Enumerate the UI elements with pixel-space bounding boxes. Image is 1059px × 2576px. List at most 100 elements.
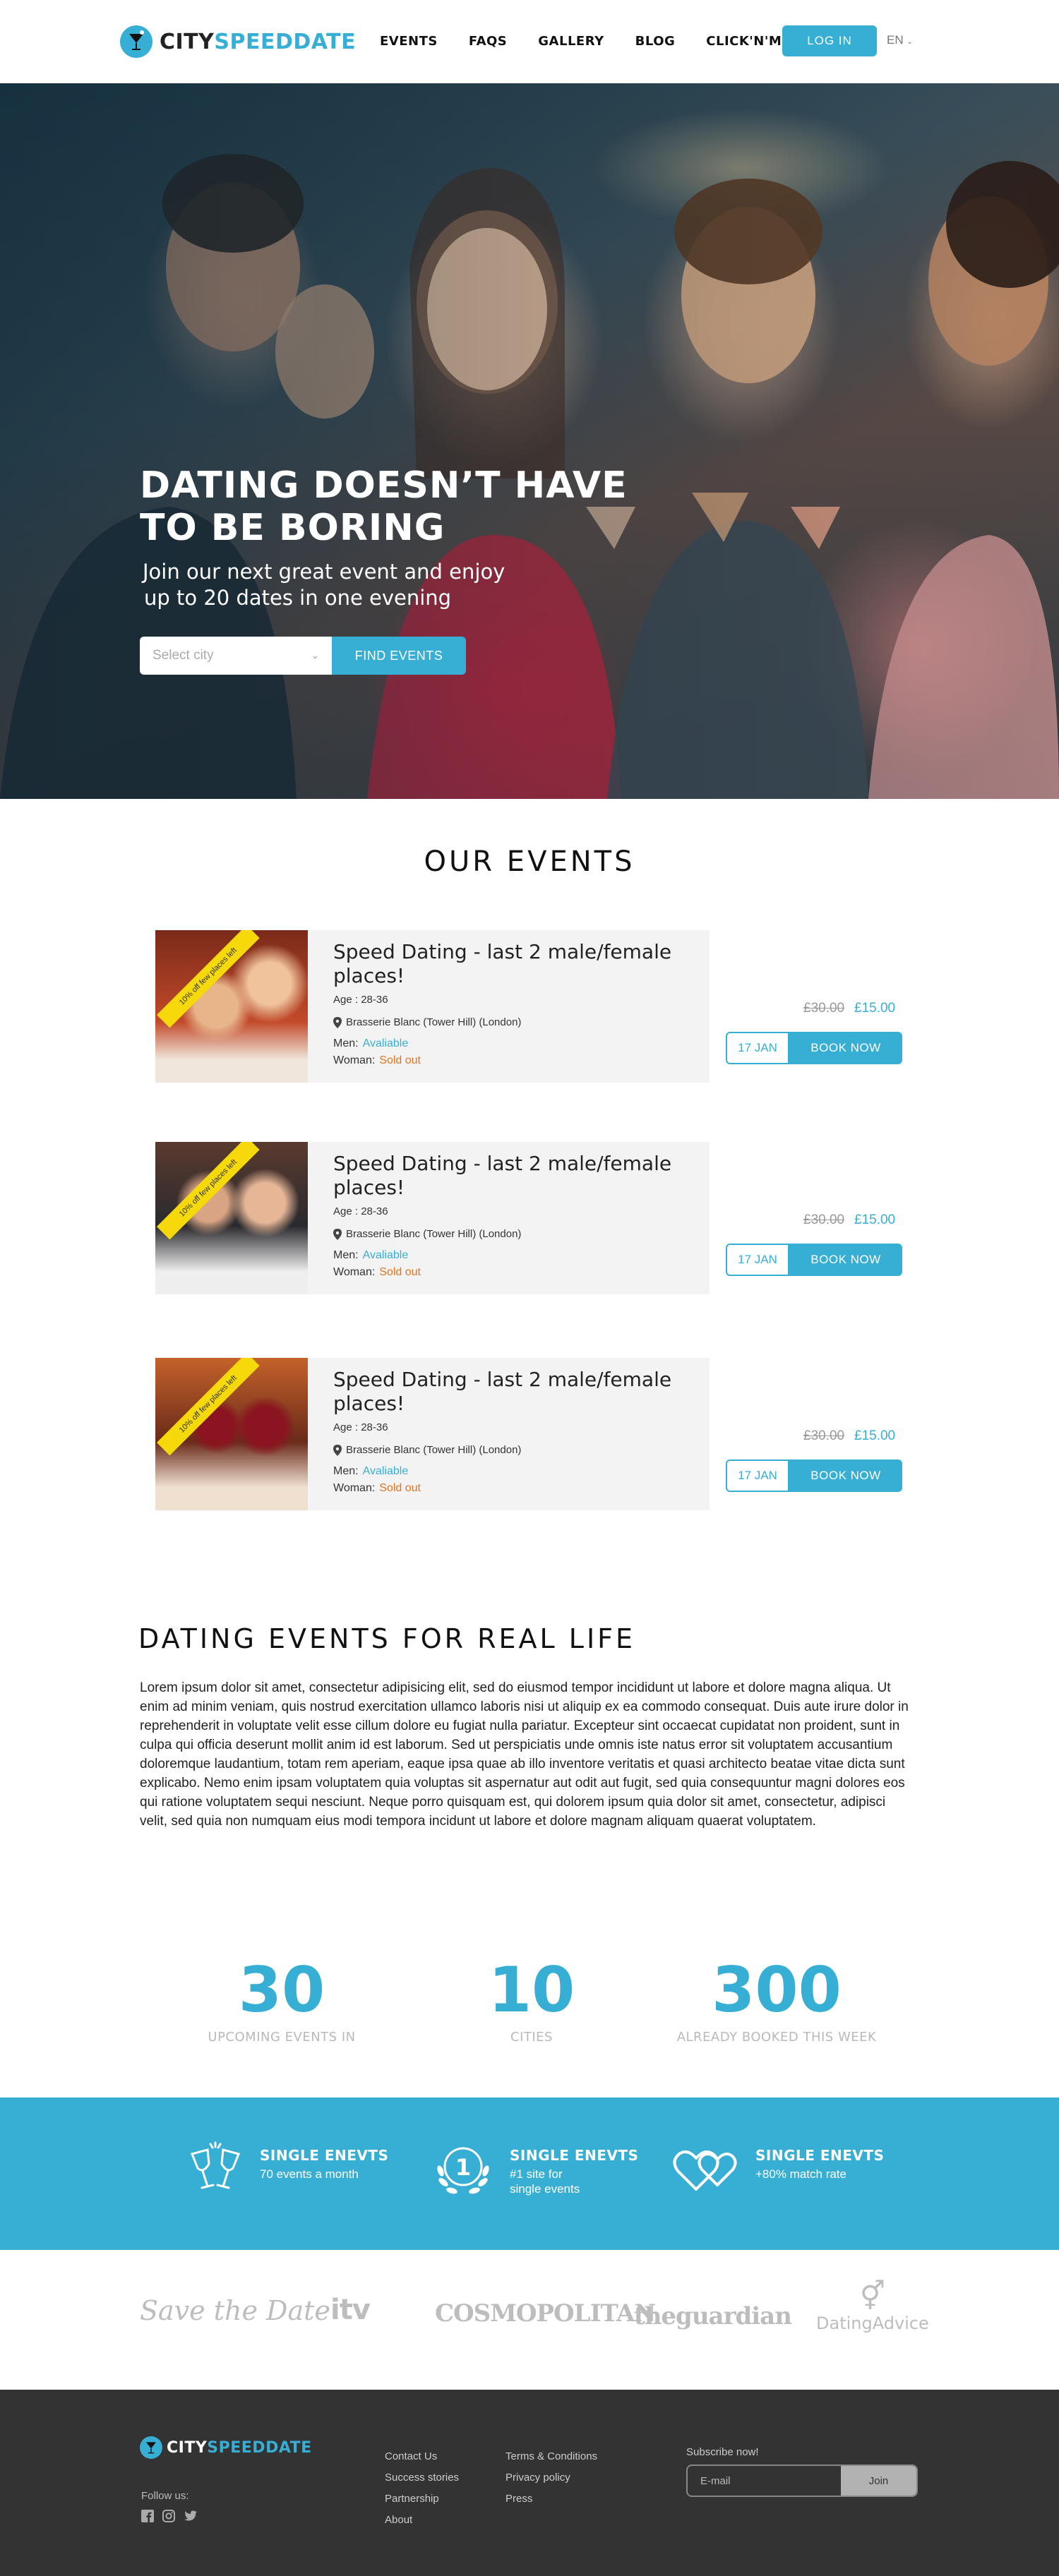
feature-item: SINGLE ENEVTS 70 events a month — [182, 2140, 388, 2201]
features-band: SINGLE ENEVTS 70 events a month 1 SINGLE… — [0, 2097, 1059, 2250]
real-life-text: Lorem ipsum dolor sit amet, consectetur … — [140, 1680, 909, 1829]
event-image[interactable]: 10% off few places left — [155, 930, 308, 1083]
event-title[interactable]: Speed Dating - last 2 male/female places… — [333, 940, 700, 988]
event-row: 10% off few places left Speed Dating - la… — [155, 1358, 904, 1510]
toasting-glasses-icon — [190, 2141, 241, 2189]
feature-title: SINGLE ENEVTS — [260, 2147, 389, 2164]
event-card[interactable]: 10% off few places left Speed Dating - la… — [155, 930, 710, 1083]
footer-link-partnership[interactable]: Partnership — [385, 2488, 459, 2510]
event-image[interactable]: 10% off few places left — [155, 1358, 308, 1510]
feature-item: 1 SINGLE ENEVTS #1 site for single event… — [428, 2140, 638, 2203]
event-card[interactable]: 10% off few places left Speed Dating - la… — [155, 1142, 710, 1294]
men-label: Men: — [333, 1465, 359, 1477]
city-select-placeholder: Select city — [152, 648, 214, 663]
nav-faqs[interactable]: FAQS — [469, 34, 507, 49]
hero-content: DATING DOESN’T HAVE TO BE BORING Join ou… — [140, 464, 705, 611]
map-pin-icon — [333, 1016, 342, 1028]
footer-link-about[interactable]: About — [385, 2510, 459, 2531]
city-select[interactable]: Select city ⌄ — [140, 637, 332, 675]
logo-text-speeddate: SPEEDDATE — [214, 29, 357, 54]
join-button[interactable]: Join — [841, 2466, 916, 2496]
stat-label: CITIES — [510, 2030, 553, 2045]
event-women-status: Woman: Sold out — [333, 1482, 421, 1495]
cocktail-glass-icon — [140, 2436, 162, 2459]
book-now-button[interactable]: BOOK NOW — [789, 1032, 902, 1064]
women-availability: Sold out — [379, 1266, 421, 1278]
hero-subtitle: Join our next great event and enjoy up t… — [143, 559, 594, 611]
footer-link-contact[interactable]: Contact Us — [385, 2446, 459, 2467]
instagram-icon[interactable] — [162, 2510, 175, 2526]
subscribe-label: Subscribe now! — [686, 2446, 759, 2458]
footer-link-terms[interactable]: Terms & Conditions — [505, 2446, 597, 2467]
stat-number: 300 — [712, 1954, 842, 2026]
footer-link-privacy[interactable]: Privacy policy — [505, 2467, 597, 2488]
stat-label: ALREADY BOOKED THIS WEEK — [676, 2030, 877, 2045]
event-venue-text: Brasserie Blanc (Tower Hill) (London) — [346, 1016, 522, 1028]
feature-subtitle: +80% match rate — [755, 2167, 846, 2181]
main-nav: EVENTS FAQS GALLERY BLOG CLICK'N'MEET — [380, 34, 840, 49]
press-logo-cosmopolitan: COSMOPOLITAN — [435, 2299, 656, 2328]
hero-subtitle-line2: up to 20 dates in one evening — [144, 586, 452, 610]
svg-text:1: 1 — [455, 2154, 471, 2181]
facebook-icon[interactable] — [141, 2510, 154, 2526]
discount-ribbon: 10% off few places left — [157, 1142, 260, 1240]
footer-links-col-2: Terms & Conditions Privacy policy Press — [505, 2446, 597, 2510]
login-button[interactable]: LOG IN — [782, 25, 877, 56]
book-now-button[interactable]: BOOK NOW — [789, 1459, 902, 1492]
women-label: Woman: — [333, 1266, 376, 1278]
subscribe-form: Join — [686, 2464, 918, 2497]
men-label: Men: — [333, 1249, 359, 1261]
real-life-title: DATING EVENTS FOR REAL LIFE — [138, 1623, 636, 1654]
stat-label: UPCOMING EVENTS IN — [208, 2030, 356, 2045]
email-field[interactable] — [688, 2466, 841, 2496]
twitter-icon[interactable] — [184, 2510, 198, 2526]
men-availability: Avaliable — [362, 1037, 409, 1049]
event-image[interactable]: 10% off few places left — [155, 1142, 308, 1294]
women-availability: Sold out — [379, 1482, 421, 1494]
new-price: £15.00 — [854, 1001, 896, 1016]
event-venue: Brasserie Blanc (Tower Hill) (London) — [333, 1444, 521, 1456]
event-date: 17 JAN — [726, 1459, 789, 1492]
find-events-button[interactable]: FIND EVENTS — [332, 637, 466, 675]
press-logo-dating-advice-text: DatingAdvice — [816, 2313, 929, 2333]
event-title[interactable]: Speed Dating - last 2 male/female places… — [333, 1368, 700, 1416]
event-title[interactable]: Speed Dating - last 2 male/female places… — [333, 1152, 700, 1200]
discount-ribbon: 10% off few places left — [157, 1358, 260, 1456]
event-age: Age : 28-36 — [333, 1205, 388, 1217]
event-venue-text: Brasserie Blanc (Tower Hill) (London) — [346, 1228, 522, 1240]
feature-title: SINGLE ENEVTS — [510, 2147, 639, 2164]
press-logo-itv: itv — [330, 2294, 371, 2326]
event-row: 10% off few places left Speed Dating - la… — [155, 930, 904, 1083]
logo-text-speeddate: SPEEDDATE — [207, 2438, 312, 2457]
site-footer: CITYSPEEDDATE Follow us: Contact Us Succ… — [0, 2390, 1059, 2576]
language-selector[interactable]: EN ⌄ — [887, 33, 913, 47]
footer-link-press[interactable]: Press — [505, 2488, 597, 2510]
nav-events[interactable]: EVENTS — [380, 34, 438, 49]
discount-ribbon: 10% off few places left — [157, 930, 260, 1028]
women-availability: Sold out — [379, 1054, 421, 1066]
event-age: Age : 28-36 — [333, 1421, 388, 1433]
logo-text-city: CITY — [167, 2438, 208, 2457]
women-label: Woman: — [333, 1054, 376, 1066]
book-now-button[interactable]: BOOK NOW — [789, 1244, 902, 1276]
cocktail-glass-icon — [120, 25, 152, 58]
men-availability: Avaliable — [362, 1249, 409, 1261]
event-women-status: Woman: Sold out — [333, 1266, 421, 1279]
event-venue: Brasserie Blanc (Tower Hill) (London) — [333, 1228, 521, 1240]
event-men-status: Men: Avaliable — [333, 1037, 408, 1050]
old-price: £30.00 — [803, 1212, 845, 1227]
footer-links-col-1: Contact Us Success stories Partnership A… — [385, 2446, 459, 2531]
press-logo-guardian: theguardian — [634, 2302, 792, 2330]
footer-link-success-stories[interactable]: Success stories — [385, 2467, 459, 2488]
footer-logo[interactable]: CITYSPEEDDATE — [140, 2436, 312, 2459]
men-label: Men: — [333, 1037, 359, 1049]
stat-cities: 10 CITIES — [465, 1955, 599, 2045]
site-logo[interactable]: CITYSPEEDDATE — [120, 25, 356, 58]
event-card[interactable]: 10% off few places left Speed Dating - la… — [155, 1358, 710, 1510]
date-book-group: 17 JAN BOOK NOW — [726, 1032, 902, 1064]
follow-label: Follow us: — [141, 2490, 189, 2502]
nav-gallery[interactable]: GALLERY — [538, 34, 604, 49]
hero-subtitle-line1: Join our next great event and enjoy — [143, 560, 505, 584]
feature-item: SINGLE ENEVTS +80% match rate — [671, 2140, 884, 2201]
nav-blog[interactable]: BLOG — [635, 34, 676, 49]
